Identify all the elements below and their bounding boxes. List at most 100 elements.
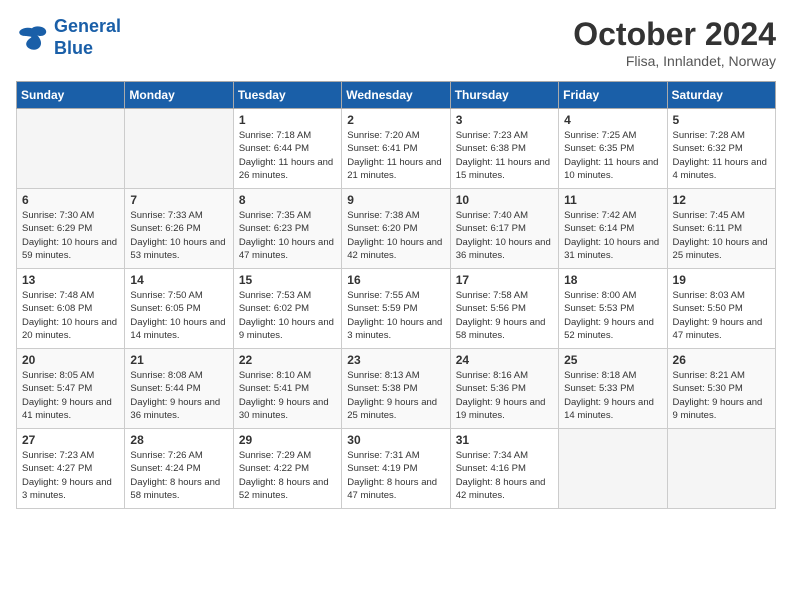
calendar-header-row: SundayMondayTuesdayWednesdayThursdayFrid… (17, 82, 776, 109)
calendar-cell: 8 Sunrise: 7:35 AM Sunset: 6:23 PM Dayli… (233, 189, 341, 269)
location-subtitle: Flisa, Innlandet, Norway (573, 53, 776, 69)
calendar-cell: 12 Sunrise: 7:45 AM Sunset: 6:11 PM Dayl… (667, 189, 775, 269)
calendar-week-row: 6 Sunrise: 7:30 AM Sunset: 6:29 PM Dayli… (17, 189, 776, 269)
column-header-monday: Monday (125, 82, 233, 109)
column-header-saturday: Saturday (667, 82, 775, 109)
day-number: 2 (347, 113, 444, 127)
day-number: 20 (22, 353, 119, 367)
cell-content: Sunrise: 7:25 AM Sunset: 6:35 PM Dayligh… (564, 129, 661, 182)
day-number: 6 (22, 193, 119, 207)
calendar-cell: 15 Sunrise: 7:53 AM Sunset: 6:02 PM Dayl… (233, 269, 341, 349)
calendar-cell: 13 Sunrise: 7:48 AM Sunset: 6:08 PM Dayl… (17, 269, 125, 349)
cell-content: Sunrise: 8:03 AM Sunset: 5:50 PM Dayligh… (673, 289, 770, 342)
cell-content: Sunrise: 8:08 AM Sunset: 5:44 PM Dayligh… (130, 369, 227, 422)
calendar-cell: 25 Sunrise: 8:18 AM Sunset: 5:33 PM Dayl… (559, 349, 667, 429)
calendar-cell: 11 Sunrise: 7:42 AM Sunset: 6:14 PM Dayl… (559, 189, 667, 269)
day-number: 30 (347, 433, 444, 447)
day-number: 24 (456, 353, 553, 367)
calendar-cell: 17 Sunrise: 7:58 AM Sunset: 5:56 PM Dayl… (450, 269, 558, 349)
day-number: 15 (239, 273, 336, 287)
cell-content: Sunrise: 7:26 AM Sunset: 4:24 PM Dayligh… (130, 449, 227, 502)
cell-content: Sunrise: 7:53 AM Sunset: 6:02 PM Dayligh… (239, 289, 336, 342)
calendar-week-row: 1 Sunrise: 7:18 AM Sunset: 6:44 PM Dayli… (17, 109, 776, 189)
cell-content: Sunrise: 7:20 AM Sunset: 6:41 PM Dayligh… (347, 129, 444, 182)
day-number: 14 (130, 273, 227, 287)
calendar-cell: 7 Sunrise: 7:33 AM Sunset: 6:26 PM Dayli… (125, 189, 233, 269)
cell-content: Sunrise: 7:31 AM Sunset: 4:19 PM Dayligh… (347, 449, 444, 502)
title-block: October 2024 Flisa, Innlandet, Norway (573, 16, 776, 69)
day-number: 9 (347, 193, 444, 207)
day-number: 21 (130, 353, 227, 367)
calendar-cell: 26 Sunrise: 8:21 AM Sunset: 5:30 PM Dayl… (667, 349, 775, 429)
day-number: 13 (22, 273, 119, 287)
day-number: 10 (456, 193, 553, 207)
calendar-cell: 3 Sunrise: 7:23 AM Sunset: 6:38 PM Dayli… (450, 109, 558, 189)
cell-content: Sunrise: 7:33 AM Sunset: 6:26 PM Dayligh… (130, 209, 227, 262)
cell-content: Sunrise: 8:18 AM Sunset: 5:33 PM Dayligh… (564, 369, 661, 422)
calendar-cell: 10 Sunrise: 7:40 AM Sunset: 6:17 PM Dayl… (450, 189, 558, 269)
day-number: 25 (564, 353, 661, 367)
cell-content: Sunrise: 8:10 AM Sunset: 5:41 PM Dayligh… (239, 369, 336, 422)
day-number: 3 (456, 113, 553, 127)
page-header: General Blue October 2024 Flisa, Innland… (16, 16, 776, 69)
cell-content: Sunrise: 7:28 AM Sunset: 6:32 PM Dayligh… (673, 129, 770, 182)
calendar-week-row: 13 Sunrise: 7:48 AM Sunset: 6:08 PM Dayl… (17, 269, 776, 349)
day-number: 17 (456, 273, 553, 287)
day-number: 11 (564, 193, 661, 207)
cell-content: Sunrise: 7:30 AM Sunset: 6:29 PM Dayligh… (22, 209, 119, 262)
day-number: 23 (347, 353, 444, 367)
column-header-sunday: Sunday (17, 82, 125, 109)
calendar-cell: 16 Sunrise: 7:55 AM Sunset: 5:59 PM Dayl… (342, 269, 450, 349)
calendar-cell: 4 Sunrise: 7:25 AM Sunset: 6:35 PM Dayli… (559, 109, 667, 189)
calendar-cell: 19 Sunrise: 8:03 AM Sunset: 5:50 PM Dayl… (667, 269, 775, 349)
calendar-cell: 14 Sunrise: 7:50 AM Sunset: 6:05 PM Dayl… (125, 269, 233, 349)
logo-text: General Blue (54, 16, 121, 59)
day-number: 5 (673, 113, 770, 127)
cell-content: Sunrise: 7:35 AM Sunset: 6:23 PM Dayligh… (239, 209, 336, 262)
day-number: 22 (239, 353, 336, 367)
calendar-cell: 31 Sunrise: 7:34 AM Sunset: 4:16 PM Dayl… (450, 429, 558, 509)
cell-content: Sunrise: 7:34 AM Sunset: 4:16 PM Dayligh… (456, 449, 553, 502)
day-number: 27 (22, 433, 119, 447)
day-number: 29 (239, 433, 336, 447)
calendar-cell: 23 Sunrise: 8:13 AM Sunset: 5:38 PM Dayl… (342, 349, 450, 429)
cell-content: Sunrise: 7:48 AM Sunset: 6:08 PM Dayligh… (22, 289, 119, 342)
calendar-cell (125, 109, 233, 189)
cell-content: Sunrise: 8:21 AM Sunset: 5:30 PM Dayligh… (673, 369, 770, 422)
day-number: 1 (239, 113, 336, 127)
cell-content: Sunrise: 7:45 AM Sunset: 6:11 PM Dayligh… (673, 209, 770, 262)
column-header-friday: Friday (559, 82, 667, 109)
calendar-cell: 18 Sunrise: 8:00 AM Sunset: 5:53 PM Dayl… (559, 269, 667, 349)
logo-icon (16, 24, 48, 52)
month-title: October 2024 (573, 16, 776, 53)
calendar-cell: 6 Sunrise: 7:30 AM Sunset: 6:29 PM Dayli… (17, 189, 125, 269)
cell-content: Sunrise: 8:13 AM Sunset: 5:38 PM Dayligh… (347, 369, 444, 422)
cell-content: Sunrise: 7:42 AM Sunset: 6:14 PM Dayligh… (564, 209, 661, 262)
calendar-cell: 28 Sunrise: 7:26 AM Sunset: 4:24 PM Dayl… (125, 429, 233, 509)
day-number: 28 (130, 433, 227, 447)
calendar-cell: 30 Sunrise: 7:31 AM Sunset: 4:19 PM Dayl… (342, 429, 450, 509)
calendar-cell: 29 Sunrise: 7:29 AM Sunset: 4:22 PM Dayl… (233, 429, 341, 509)
day-number: 31 (456, 433, 553, 447)
calendar-cell: 20 Sunrise: 8:05 AM Sunset: 5:47 PM Dayl… (17, 349, 125, 429)
cell-content: Sunrise: 8:00 AM Sunset: 5:53 PM Dayligh… (564, 289, 661, 342)
cell-content: Sunrise: 7:40 AM Sunset: 6:17 PM Dayligh… (456, 209, 553, 262)
cell-content: Sunrise: 7:50 AM Sunset: 6:05 PM Dayligh… (130, 289, 227, 342)
day-number: 12 (673, 193, 770, 207)
column-header-thursday: Thursday (450, 82, 558, 109)
day-number: 8 (239, 193, 336, 207)
day-number: 18 (564, 273, 661, 287)
cell-content: Sunrise: 7:23 AM Sunset: 6:38 PM Dayligh… (456, 129, 553, 182)
calendar-cell: 22 Sunrise: 8:10 AM Sunset: 5:41 PM Dayl… (233, 349, 341, 429)
calendar-cell (667, 429, 775, 509)
day-number: 26 (673, 353, 770, 367)
cell-content: Sunrise: 7:58 AM Sunset: 5:56 PM Dayligh… (456, 289, 553, 342)
calendar-week-row: 27 Sunrise: 7:23 AM Sunset: 4:27 PM Dayl… (17, 429, 776, 509)
calendar-cell: 24 Sunrise: 8:16 AM Sunset: 5:36 PM Dayl… (450, 349, 558, 429)
calendar-week-row: 20 Sunrise: 8:05 AM Sunset: 5:47 PM Dayl… (17, 349, 776, 429)
calendar-table: SundayMondayTuesdayWednesdayThursdayFrid… (16, 81, 776, 509)
calendar-cell (559, 429, 667, 509)
cell-content: Sunrise: 7:55 AM Sunset: 5:59 PM Dayligh… (347, 289, 444, 342)
logo: General Blue (16, 16, 121, 59)
day-number: 16 (347, 273, 444, 287)
